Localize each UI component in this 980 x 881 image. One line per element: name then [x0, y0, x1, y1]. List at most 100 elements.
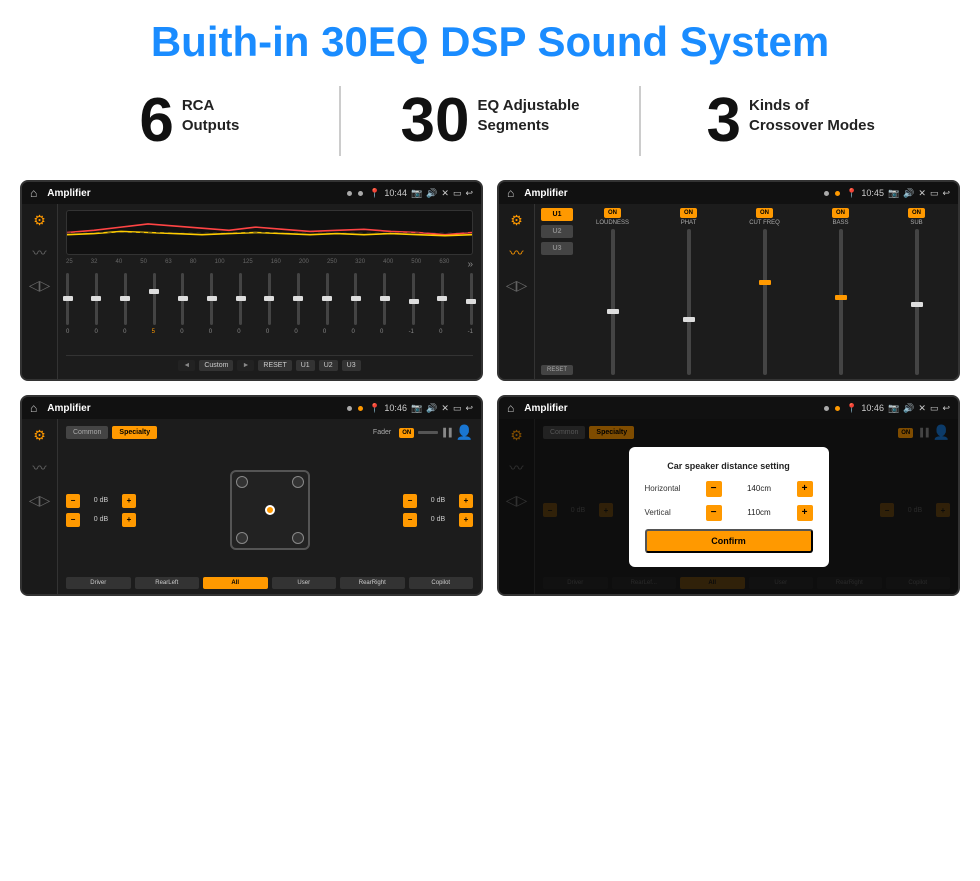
loudness-slider[interactable]: [611, 229, 615, 375]
btn-copilot[interactable]: Copilot: [409, 577, 474, 589]
cross-u1-btn[interactable]: U1: [541, 208, 573, 221]
home-icon-2[interactable]: ⌂: [507, 186, 514, 200]
fader-on-btn[interactable]: ON: [399, 428, 414, 438]
speaker-amp-content: ⚙ 〰 ◁▷ Common Specialty Fader ON ▐▐ 👤: [22, 419, 481, 594]
stats-row: 6 RCAOutputs 30 EQ AdjustableSegments 3 …: [0, 76, 980, 170]
btn-rearright[interactable]: RearRight: [340, 577, 405, 589]
dialog-vertical-minus[interactable]: −: [706, 505, 722, 521]
location-icon-3: 📍: [369, 403, 380, 414]
volume-icon-4: 🔊: [903, 403, 914, 414]
camera-icon-3: 📷: [411, 403, 422, 414]
status-time-3: 10:46: [384, 403, 407, 413]
eq-u3-btn[interactable]: U3: [342, 360, 361, 371]
cross-channel-cutfreq: ON CUT FREQ: [729, 208, 800, 375]
spk-minus-3[interactable]: −: [403, 494, 417, 508]
dialog-vertical-plus[interactable]: +: [797, 505, 813, 521]
eq-icon-2[interactable]: ⚙: [510, 212, 523, 229]
phat-slider[interactable]: [687, 229, 691, 375]
camera-icon-4: 📷: [888, 403, 899, 414]
stat-number-crossover: 3: [707, 90, 741, 152]
spk-plus-3[interactable]: +: [459, 494, 473, 508]
btn-driver[interactable]: Driver: [66, 577, 131, 589]
stat-divider-1: [339, 86, 341, 156]
home-icon-3[interactable]: ⌂: [30, 401, 37, 415]
spk-plus-1[interactable]: +: [122, 494, 136, 508]
location-icon: 📍: [369, 188, 380, 199]
dialog-horizontal-minus[interactable]: −: [706, 481, 722, 497]
cross-channel-phat: ON PHAT: [653, 208, 724, 375]
status-icons-4: 📍 10:46 📷 🔊 ✕ ▭ ↩: [846, 403, 950, 414]
spk-right-col: − 0 dB + − 0 dB +: [403, 447, 473, 573]
home-icon-4[interactable]: ⌂: [507, 401, 514, 415]
phat-on-btn[interactable]: ON: [680, 208, 697, 218]
cross-u2-btn[interactable]: U2: [541, 225, 573, 238]
tab-common[interactable]: Common: [66, 426, 108, 439]
cutfreq-on-btn[interactable]: ON: [756, 208, 773, 218]
spk-minus-1[interactable]: −: [66, 494, 80, 508]
speaker-icon-3[interactable]: ◁▷: [29, 492, 51, 509]
speaker-tabs: Common Specialty Fader ON ▐▐ 👤: [66, 424, 473, 441]
wave-icon[interactable]: 〰: [33, 243, 47, 263]
eq-u2-btn[interactable]: U2: [319, 360, 338, 371]
spk-minus-2[interactable]: −: [66, 513, 80, 527]
wave-icon-2[interactable]: 〰: [510, 243, 524, 263]
stat-rca: 6 RCAOutputs: [60, 90, 319, 152]
eq-u1-btn[interactable]: U1: [296, 360, 315, 371]
minus-icon-4: ▭: [930, 403, 939, 414]
spk-val-3: 0 dB: [420, 497, 456, 504]
speaker-icon[interactable]: ◁▷: [29, 277, 51, 294]
sub-on-btn[interactable]: ON: [908, 208, 925, 218]
cutfreq-slider[interactable]: [763, 229, 767, 375]
speaker-icon-2[interactable]: ◁▷: [506, 277, 528, 294]
spk-val-2: 0 dB: [83, 516, 119, 523]
tab-specialty[interactable]: Specialty: [112, 426, 157, 439]
screen-eq: ⌂ Amplifier 📍 10:44 📷 🔊 ✕ ▭ ↩ ⚙ 〰 ◁▷: [20, 180, 483, 381]
cross-channels: ON LOUDNESS ON PHAT ON CUT FREQ: [577, 208, 952, 375]
fader-slider[interactable]: ▐▐: [418, 428, 451, 437]
eq-icon[interactable]: ⚙: [33, 212, 46, 229]
spk-minus-4[interactable]: −: [403, 513, 417, 527]
eq-prev-btn[interactable]: ◄: [178, 360, 195, 371]
dialog-horizontal-label: Horizontal: [645, 484, 700, 493]
spk-plus-2[interactable]: +: [122, 513, 136, 527]
speaker-main: Common Specialty Fader ON ▐▐ 👤 − 0 dB: [58, 419, 481, 594]
stat-number-rca: 6: [139, 90, 173, 152]
eq-custom-btn[interactable]: Custom: [199, 360, 233, 371]
spk-plus-4[interactable]: +: [459, 513, 473, 527]
bass-on-btn[interactable]: ON: [832, 208, 849, 218]
volume-icon-3: 🔊: [426, 403, 437, 414]
more-icon[interactable]: »: [467, 259, 473, 270]
cross-u3-btn[interactable]: U3: [541, 242, 573, 255]
eq-bottom-bar: ◄ Custom ► RESET U1 U2 U3: [66, 355, 473, 373]
eq-amp-content: ⚙ 〰 ◁▷ 25 32 40 50 63: [22, 204, 481, 379]
speaker-left-sidebar: ⚙ 〰 ◁▷: [22, 419, 58, 594]
btn-all[interactable]: All: [203, 577, 268, 589]
close-icon-1: ✕: [441, 188, 449, 199]
eq-reset-btn[interactable]: RESET: [258, 360, 291, 371]
eq-slider-12: [383, 273, 386, 325]
sub-slider[interactable]: [915, 229, 919, 375]
btn-rearleft[interactable]: RearLeft: [135, 577, 200, 589]
status-icons-1: 📍 10:44 📷 🔊 ✕ ▭ ↩: [369, 188, 473, 199]
camera-icon-2: 📷: [888, 188, 899, 199]
home-icon[interactable]: ⌂: [30, 186, 37, 200]
wave-icon-3[interactable]: 〰: [33, 458, 47, 478]
eq-slider-3: [124, 273, 127, 325]
confirm-button[interactable]: Confirm: [645, 529, 813, 553]
eq-slider-7: [239, 273, 242, 325]
eq-icon-3[interactable]: ⚙: [33, 427, 46, 444]
cross-channel-loudness: ON LOUDNESS: [577, 208, 648, 375]
loudness-on-btn[interactable]: ON: [604, 208, 621, 218]
status-dot-3: [824, 191, 829, 196]
btn-user[interactable]: User: [272, 577, 337, 589]
dialog-horizontal-plus[interactable]: +: [797, 481, 813, 497]
eq-next-btn[interactable]: ►: [237, 360, 254, 371]
eq-slider-4: [153, 273, 156, 325]
spk-db-row-4: − 0 dB +: [403, 513, 473, 527]
cross-reset-btn[interactable]: RESET: [541, 365, 573, 375]
cross-channel-bass: ON BASS: [805, 208, 876, 375]
eq-slider-11: [354, 273, 357, 325]
eq-main: 25 32 40 50 63 80 100 125 160 200 250 32…: [58, 204, 481, 379]
bass-slider[interactable]: [839, 229, 843, 375]
status-time-2: 10:45: [861, 188, 884, 198]
